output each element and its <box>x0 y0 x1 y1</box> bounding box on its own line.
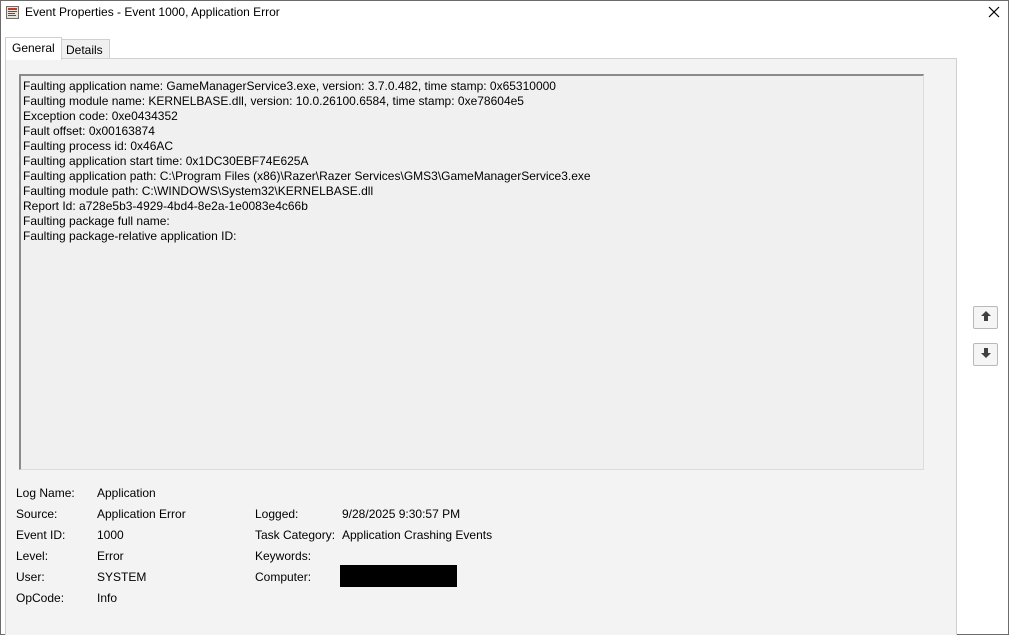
description-line: Faulting module name: KERNELBASE.dll, ve… <box>23 94 524 108</box>
event-id-label: Event ID: <box>16 528 66 542</box>
task-category-value[interactable]: Application Crashing Events <box>342 528 492 542</box>
source-value[interactable]: Application Error <box>97 507 186 521</box>
description-line: Exception code: 0xe0434352 <box>23 109 178 123</box>
description-line: Faulting package full name: <box>23 214 170 228</box>
title-bar[interactable]: Event Properties - Event 1000, Applicati… <box>1 1 1008 25</box>
description-line: Faulting package-relative application ID… <box>23 229 237 243</box>
description-line: Fault offset: 0x00163874 <box>23 124 155 138</box>
next-event-button[interactable] <box>973 343 998 366</box>
description-text: Faulting application name: GameManagerSe… <box>23 79 591 244</box>
level-value[interactable]: Error <box>97 549 124 563</box>
description-line: Faulting module path: C:\WINDOWS\System3… <box>23 184 374 198</box>
event-id-value[interactable]: 1000 <box>97 528 124 542</box>
tab-strip: General Details <box>1 37 1008 60</box>
keywords-label: Keywords: <box>255 549 312 563</box>
log-name-label: Log Name: <box>16 486 75 500</box>
opcode-label: OpCode: <box>16 591 65 605</box>
close-icon <box>988 6 1000 21</box>
logged-label: Logged: <box>255 507 299 521</box>
event-description-box[interactable]: Faulting application name: GameManagerSe… <box>19 74 924 470</box>
arrow-down-icon <box>980 347 992 362</box>
source-label: Source: <box>16 507 58 521</box>
event-viewer-icon <box>6 6 19 19</box>
previous-event-button[interactable] <box>973 306 998 329</box>
description-line: Faulting application name: GameManagerSe… <box>23 79 556 93</box>
log-name-value[interactable]: Application <box>97 486 156 500</box>
window-title: Event Properties - Event 1000, Applicati… <box>25 5 280 19</box>
user-value[interactable]: SYSTEM <box>97 570 146 584</box>
task-category-label: Task Category: <box>255 528 336 542</box>
opcode-value[interactable]: Info <box>97 591 117 605</box>
logged-value[interactable]: 9/28/2025 9:30:57 PM <box>342 507 460 521</box>
tab-general[interactable]: General <box>5 37 62 60</box>
description-line: Report Id: a728e5b3-4929-4bd4-8e2a-1e008… <box>23 199 308 213</box>
event-properties-window: Event Properties - Event 1000, Applicati… <box>0 0 1009 635</box>
tab-details[interactable]: Details <box>59 39 110 60</box>
user-label: User: <box>16 570 45 584</box>
description-line: Faulting process id: 0x46AC <box>23 139 174 153</box>
close-button[interactable] <box>980 1 1008 25</box>
computer-label: Computer: <box>255 570 312 584</box>
description-line: Faulting application path: C:\Program Fi… <box>23 169 591 183</box>
computer-value-redacted <box>340 565 457 587</box>
description-line: Faulting application start time: 0x1DC30… <box>23 154 309 168</box>
arrow-up-icon <box>980 310 992 325</box>
level-label: Level: <box>16 549 49 563</box>
